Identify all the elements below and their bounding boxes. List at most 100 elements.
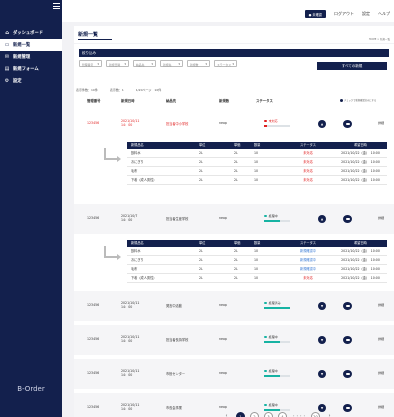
sub-date: 2021/10/22（金） 10:00 <box>341 258 380 262</box>
expand-toggle-button[interactable]: ▼ <box>318 302 326 310</box>
all-orders-button[interactable]: すべての新規 <box>317 62 387 70</box>
breadcrumb: HOME > 新規一覧 <box>368 38 390 41</box>
row-count: neop <box>219 337 227 341</box>
sub-price: 2L <box>234 249 238 253</box>
sub-date: 2021/10/22（金） 10:00 <box>341 276 380 280</box>
row-status: 処理中 <box>264 369 292 377</box>
filter-select-status[interactable]: ステータス <box>214 60 237 67</box>
expand-toggle-button[interactable]: ▲ <box>318 215 326 223</box>
row-date: 2021/10/11 14：00 <box>121 403 139 411</box>
logout-link[interactable]: ログアウト <box>334 11 354 17</box>
row-date-time: 14：00 <box>121 339 133 343</box>
row-date-time: 14：00 <box>121 305 133 309</box>
sub-price: 2L <box>234 178 238 182</box>
detail-link[interactable]: 詳細 <box>378 371 384 375</box>
expand-toggle-button[interactable]: ▼ <box>318 336 326 344</box>
arrow-icon <box>104 246 121 260</box>
sub-table-row: 毛布 2L 2L 10 未対応 2021/10/22（金） 10:00 <box>127 167 387 176</box>
message-icon[interactable] <box>343 215 352 223</box>
sub-name: 毛布 <box>131 267 138 271</box>
sub-price: 2L <box>234 160 238 164</box>
help-link[interactable]: ヘルプ <box>378 11 390 17</box>
message-icon[interactable] <box>343 404 352 412</box>
col-status[interactable]: ステータス <box>256 98 273 103</box>
page-button[interactable]: 1 <box>236 412 245 417</box>
detail-link[interactable]: 詳細 <box>378 303 384 307</box>
col-count[interactable]: 新規数 <box>219 98 229 103</box>
unconfirmed-badge[interactable]: ● 未確認 <box>304 10 326 18</box>
sub-status: 未対応 <box>303 276 313 280</box>
topbar: ● 未確認 ログアウト 設定 ヘルプ <box>62 0 394 22</box>
col-date[interactable]: 新規日時 <box>121 98 135 103</box>
table-row[interactable]: 123456 2021/10/7 14：00 担当者生産学校 neop 処理中 ▲… <box>74 204 394 234</box>
table-header: 管理番号 新規日時 納品先 新規数 ステータス チェックで新規確認済みにする <box>74 98 394 106</box>
row-status: 処理中 <box>264 403 292 411</box>
sub-price: 2L <box>234 276 238 280</box>
row-date-time: 14：00 <box>121 373 133 377</box>
sub-date: 2021/10/22（金） 10:00 <box>341 169 380 173</box>
sub-price: 2L <box>234 258 238 262</box>
next-page-button[interactable]: › <box>325 412 334 417</box>
filter-select-dest[interactable]: 納品先 <box>133 60 156 67</box>
message-icon[interactable] <box>343 302 352 310</box>
row-dest: 市長会事業 <box>166 406 182 410</box>
settings-link[interactable]: 設定 <box>362 11 370 17</box>
sidebar-item-label: 新規一覧 <box>13 43 31 48</box>
detail-link[interactable]: 詳細 <box>378 216 384 220</box>
menu-icon[interactable] <box>53 3 60 9</box>
detail-link[interactable]: 詳細 <box>378 337 384 341</box>
row-date: 2021/10/11 14：00 <box>121 369 139 377</box>
page-button[interactable]: 4 <box>278 412 287 417</box>
page-button[interactable]: 3 <box>264 412 273 417</box>
row-date-time: 14：00 <box>121 407 133 411</box>
table-row[interactable]: 123456 2021/10/11 14：00 発言中活動 neop 処理済み ▼… <box>74 291 394 321</box>
sidebar-item-settings[interactable]: ⚙ 設定 <box>0 75 62 87</box>
sidebar-item-dashboard[interactable]: ⌂ ダッシュボード <box>0 27 62 39</box>
row-dest: 担当者長持学校 <box>166 338 189 342</box>
status-dot <box>264 119 267 123</box>
filter-select-id[interactable]: 管理番号 <box>79 60 102 67</box>
detail-link[interactable]: 詳細 <box>378 121 384 125</box>
expand-toggle-button[interactable]: ▼ <box>318 404 326 412</box>
sidebar-item-order-list[interactable]: ▭ 新規一覧 <box>0 39 62 51</box>
sub-name: 飲料水 <box>131 151 141 155</box>
message-icon[interactable] <box>343 336 352 344</box>
status-label: 処理中 <box>268 214 278 218</box>
filter-select-date[interactable]: 新規日時 <box>106 60 129 67</box>
sidebar-item-order-form[interactable]: ▤ 新規フォーム <box>0 63 62 75</box>
sub-col-price: 単価 <box>234 143 241 147</box>
status-dot <box>264 335 267 339</box>
sub-col-date: 希望日時 <box>354 241 367 245</box>
sub-table-row: 飲料水 2L 2L 10 新規確認中 2021/10/22（金） 10:00 <box>127 247 387 256</box>
col-dest[interactable]: 納品先 <box>166 98 176 103</box>
detail-link[interactable]: 詳細 <box>378 405 384 409</box>
page-button[interactable]: 2 <box>250 412 259 417</box>
table-row[interactable]: 123456 2021/10/11 14：00 担当者中小学校 neop 未対応 … <box>74 109 394 139</box>
message-icon[interactable] <box>343 120 352 128</box>
row-id: 123456 <box>87 216 100 220</box>
check-all-hint: チェックで新規確認済みにする <box>340 98 376 102</box>
table-row[interactable]: 123456 2021/10/11 14：00 市役センター neop 処理中 ▼… <box>74 359 394 389</box>
sidebar-item-order-manage[interactable]: ✉ 新規管理 <box>0 51 62 63</box>
message-icon[interactable] <box>343 370 352 378</box>
expand-toggle-button[interactable]: ▼ <box>318 370 326 378</box>
filter-select-orderer[interactable]: 新規先 <box>160 60 183 67</box>
sub-date: 2021/10/22（金） 10:00 <box>341 151 380 155</box>
status-label: 処理済み <box>268 301 281 305</box>
order-list: 表示件数：10件 表示数：1 1/20ページ 10件 管理番号 新規日時 納品先… <box>74 86 394 417</box>
status-label: 処理中 <box>268 335 278 339</box>
sub-name: 下着（成人男性） <box>131 178 157 182</box>
last-page-button[interactable]: 20 <box>311 412 320 417</box>
table-row[interactable]: 123456 2021/10/11 14：00 担当者長持学校 neop 処理中 … <box>74 325 394 355</box>
status-progress <box>264 220 290 222</box>
row-status: 処理中 <box>264 335 292 343</box>
sub-col-status: ステータス <box>300 143 316 147</box>
col-id[interactable]: 管理番号 <box>87 98 101 103</box>
status-progress <box>264 341 290 343</box>
row-count: neop <box>219 405 227 409</box>
expand-toggle-button[interactable]: ▲ <box>318 120 326 128</box>
row-dest: 担当者生産学校 <box>166 217 189 221</box>
display-count[interactable]: 表示件数：10件 <box>76 88 98 92</box>
prev-page-button[interactable]: ‹ <box>222 412 231 417</box>
filter-select-count[interactable]: 新規数 <box>187 60 210 67</box>
